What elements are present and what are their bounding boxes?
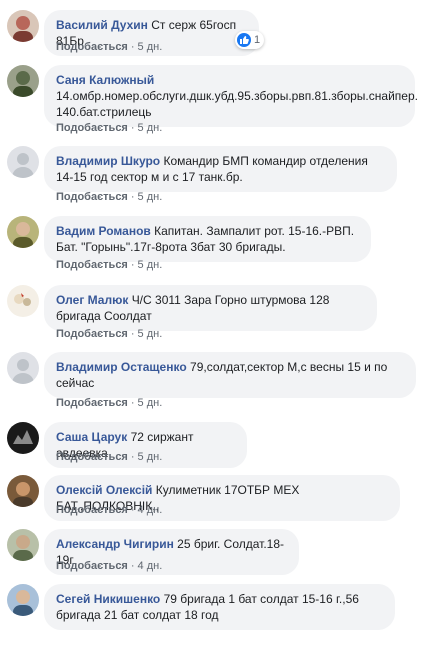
comment-actions: Подобається · 5 дн. — [56, 397, 163, 409]
comment-actions: Подобається · 4 дн. — [56, 560, 163, 572]
comment-author[interactable]: Василий Духин — [56, 18, 148, 32]
like-button[interactable]: Подобається — [56, 397, 128, 409]
comment-author[interactable]: Александр Чигирин — [56, 537, 174, 551]
comment-author[interactable]: Владимир Остащенко — [56, 360, 187, 374]
avatar[interactable] — [7, 529, 39, 561]
comment-timestamp[interactable]: 5 дн. — [138, 259, 163, 271]
like-button[interactable]: Подобається — [56, 259, 128, 271]
comment-timestamp[interactable]: 4 дн. — [138, 504, 163, 516]
comment-bubble: Сегей Никишенко 79 бригада 1 бат солдат … — [44, 584, 395, 630]
comment-actions: Подобається · 5 дн. — [56, 259, 163, 271]
comment-author[interactable]: Саня Калюжный — [56, 73, 154, 87]
comment-bubble: Олег Малюк Ч/С 3011 Зара Горно штурмова … — [44, 285, 377, 331]
comment-timestamp[interactable]: 5 дн. — [138, 328, 163, 340]
like-button[interactable]: Подобається — [56, 41, 128, 53]
comment-timestamp[interactable]: 5 дн. — [138, 122, 163, 134]
avatar[interactable] — [7, 65, 39, 97]
comment-actions: Подобається · 5 дн. — [56, 122, 163, 134]
reaction-count-text: 1 — [254, 34, 261, 46]
comment-actions: Подобається · 5 дн. — [56, 191, 163, 203]
comment-timestamp[interactable]: 5 дн. — [138, 397, 163, 409]
avatar[interactable] — [7, 285, 39, 317]
comments-list: Василий Духин Ст серж 65госп 81Бр 1 Подо… — [0, 0, 439, 647]
like-reaction-icon — [237, 33, 251, 47]
like-button[interactable]: Подобається — [56, 122, 128, 134]
comment-actions: Подобається · 5 дн. — [56, 451, 163, 463]
comment-bubble: Саня Калюжный 14.омбр.номер.обслуги.дшк.… — [44, 65, 418, 127]
like-button[interactable]: Подобається — [56, 504, 128, 516]
comment-timestamp[interactable]: 4 дн. — [138, 560, 163, 572]
comment-bubble: Вадим Романов Капитан. Зампалит рот. 15-… — [44, 216, 371, 262]
avatar[interactable] — [7, 352, 39, 384]
comment-bubble: Владимир Остащенко 79,солдат,сектор М,с … — [44, 352, 416, 398]
comment-actions: Подобається · 5 дн. — [56, 41, 163, 53]
comment-author[interactable]: Олег Малюк — [56, 293, 128, 307]
avatar[interactable] — [7, 10, 39, 42]
comment-actions: Подобається · 4 дн. — [56, 504, 163, 516]
reaction-count[interactable]: 1 — [235, 31, 265, 49]
comment-author[interactable]: Саша Царук — [56, 430, 127, 444]
comment-text: 14.омбр.номер.обслуги.дшк.убд.95.зборы.р… — [56, 89, 418, 119]
comment-author[interactable]: Сегей Никишенко — [56, 592, 160, 606]
comment-bubble: Владимир Шкуро Командир БМП командир отд… — [44, 146, 397, 192]
avatar[interactable] — [7, 146, 39, 178]
comment-author[interactable]: Вадим Романов — [56, 224, 151, 238]
like-button[interactable]: Подобається — [56, 328, 128, 340]
comment-timestamp[interactable]: 5 дн. — [138, 451, 163, 463]
avatar[interactable] — [7, 422, 39, 454]
comment-actions: Подобається · 5 дн. — [56, 328, 163, 340]
like-button[interactable]: Подобається — [56, 191, 128, 203]
comment-author[interactable]: Олексій Олексій — [56, 483, 152, 497]
comment-timestamp[interactable]: 5 дн. — [138, 191, 163, 203]
avatar[interactable] — [7, 584, 39, 616]
comment-timestamp[interactable]: 5 дн. — [138, 41, 163, 53]
like-button[interactable]: Подобається — [56, 451, 128, 463]
avatar[interactable] — [7, 475, 39, 507]
like-button[interactable]: Подобається — [56, 560, 128, 572]
comment-author[interactable]: Владимир Шкуро — [56, 154, 160, 168]
avatar[interactable] — [7, 216, 39, 248]
